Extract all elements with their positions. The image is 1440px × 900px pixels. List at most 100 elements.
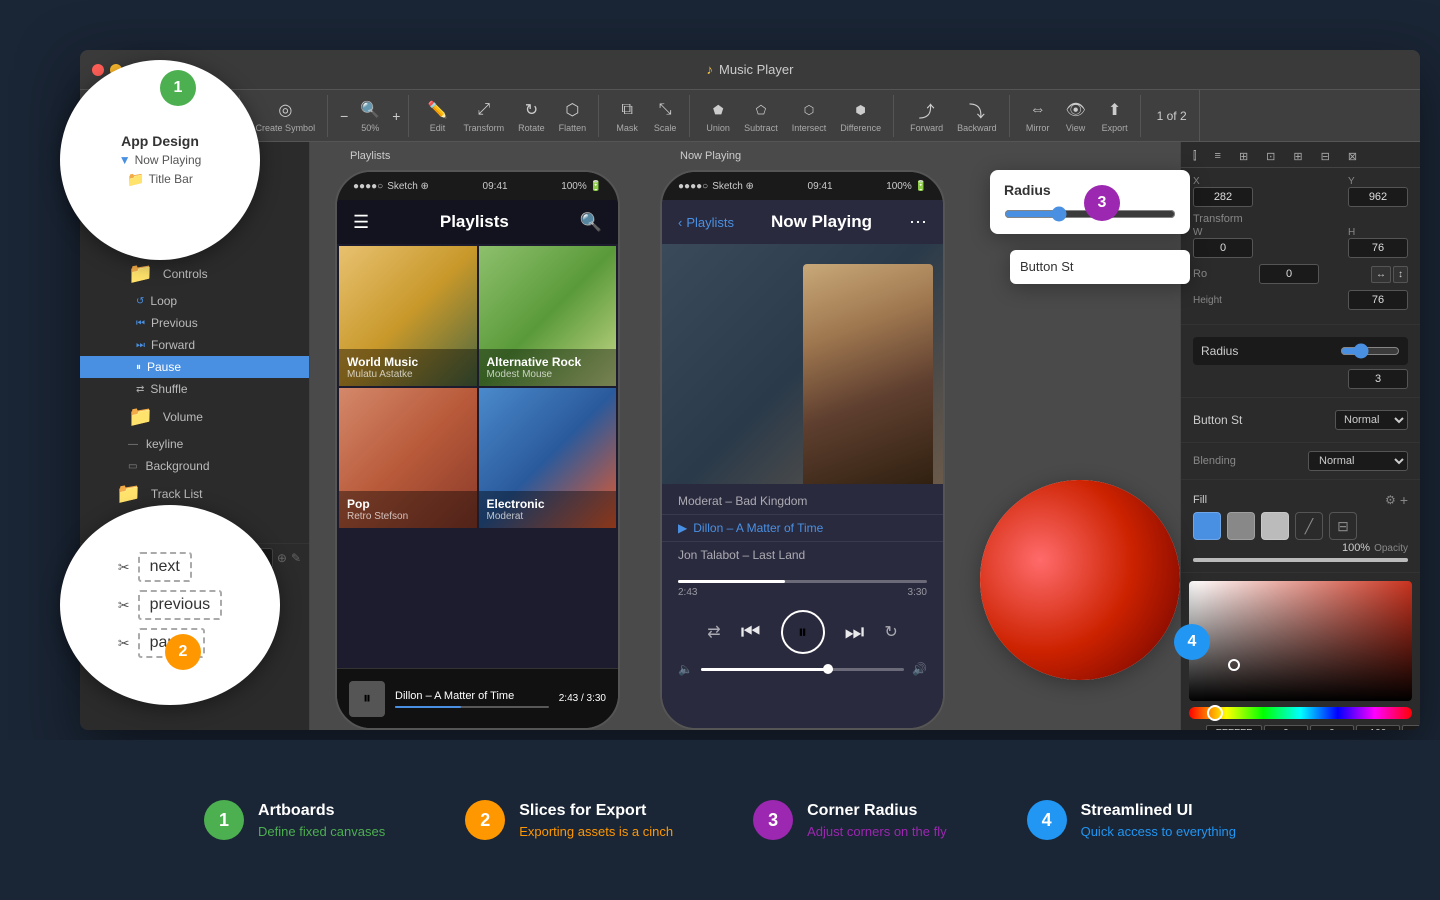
tab-grid2[interactable]: ⊡ [1258,146,1283,167]
flip-v-button[interactable]: ↕ [1393,266,1408,283]
fill-swatch-blue[interactable] [1193,512,1221,540]
track-row-playing[interactable]: ▶ Dillon – A Matter of Time [662,515,943,542]
radius-slider[interactable] [1340,343,1400,359]
export-button[interactable]: ⬆ Export [1096,95,1134,137]
zoom-plus[interactable]: + [392,108,400,124]
color-spectrum[interactable] [1189,581,1412,701]
more-icon[interactable]: ⋯ [909,212,927,233]
flatten-icon: ⬡ [561,99,583,121]
playlist-item-pop[interactable]: Pop Retro Stefson [339,388,477,528]
tab-anchor[interactable]: ⊠ [1340,146,1365,167]
color-picker: 💉 Hex H S B [1181,573,1420,730]
b-input[interactable] [1356,725,1400,730]
sidebar-item-keyline[interactable]: — keyline [80,433,309,455]
playlist-item-world-music[interactable]: World Music Mulatu Astatke [339,246,477,386]
mirror-button[interactable]: ⇔ Mirror [1020,95,1056,137]
playlist-item-alt-rock[interactable]: Alternative Rock Modest Mouse [479,246,617,386]
tab-align[interactable]: ⫿ [1185,146,1205,167]
sidebar-item-shuffle[interactable]: ⇄ Shuffle [80,378,309,400]
tab-list[interactable]: ≡ [1207,146,1229,167]
fill-pattern-btn-1[interactable]: ╱ [1295,512,1323,540]
transform-button[interactable]: ⤢ Transform [457,95,510,137]
back-button[interactable]: ‹ Playlists [678,215,734,230]
height-detail-input[interactable] [1348,290,1408,310]
sidebar-item-loop[interactable]: ↺ Loop [80,290,309,312]
flatten-button[interactable]: ⬡ Flatten [553,95,593,137]
tab-grid[interactable]: ⊞ [1231,146,1256,167]
clock-display: 09:41 [483,181,508,192]
feature-badge-2-label: 2 [480,810,490,831]
width-input[interactable] [1193,238,1253,258]
track-row[interactable]: Moderat – Bad Kingdom [662,488,943,515]
repeat-btn[interactable]: ↻ [884,622,897,642]
backward-button[interactable]: ⤵ Backward [951,95,1003,137]
rotate-button[interactable]: ↻ Rotate [512,95,551,137]
sidebar-item-controls[interactable]: 📁 Controls [80,257,309,290]
y-input[interactable] [1348,187,1408,207]
filter-add-icon[interactable]: ⊕ [277,551,287,565]
view-button[interactable]: 👁 View [1058,95,1094,137]
feature-badge-3: 3 [753,800,793,840]
radius-value-row [1193,369,1408,389]
playlist-item-electronic[interactable]: Electronic Moderat [479,388,617,528]
create-symbol-button[interactable]: ◎ Create Symbol [250,95,322,137]
play-pause-button[interactable]: ⏸ [781,610,825,654]
tab-spacer[interactable]: ⊟ [1313,146,1338,167]
scale-button[interactable]: ⤡ Scale [647,95,683,137]
feature-text-1: Artboards Define fixed canvases [258,802,385,839]
h-input[interactable] [1264,725,1308,730]
back-label: Playlists [686,215,734,230]
fill-swatch-light-gray[interactable] [1261,512,1289,540]
close-button[interactable] [92,64,104,76]
hex-input[interactable] [1206,725,1262,730]
menu-icon[interactable]: ☰ [353,212,369,233]
forward-button[interactable]: ⤴ Forward [904,95,949,137]
x-input[interactable] [1193,187,1253,207]
fast-forward-button[interactable]: ⏭ [845,619,865,645]
intersect-button[interactable]: ⬡ Intersect [786,95,833,137]
playlist-item-info: World Music Mulatu Astatke [339,349,477,386]
sidebar-item-track-list[interactable]: 📁 Track List [80,477,309,510]
pause-icon[interactable]: ⏸ [363,690,371,708]
playlist-name: World Music [347,355,469,369]
backward-icon: ⤵ [966,99,988,121]
previous-box: previous [138,590,222,620]
color-hue-bar[interactable] [1189,707,1412,719]
fill-pattern-btn-2[interactable]: ⊟ [1329,512,1357,540]
button-style-select[interactable]: Normal Selected Pressed [1335,410,1408,430]
zoom-minus[interactable]: − [340,108,348,124]
rewind-button[interactable]: ⏮ [741,619,761,645]
feature-title-4: Streamlined UI [1081,802,1236,820]
s-input[interactable] [1310,725,1354,730]
height-input[interactable] [1348,238,1408,258]
sidebar-item-background[interactable]: ▭ Background [80,455,309,477]
sidebar-item-pause[interactable]: ⏸ Pause [80,356,309,378]
radius-value-input[interactable] [1348,369,1408,389]
volume-bar[interactable] [701,668,904,671]
a-input[interactable] [1402,725,1420,730]
union-button[interactable]: ⬟ Union [700,95,736,137]
flip-h-button[interactable]: ↔ [1371,266,1391,283]
sidebar-item-forward[interactable]: ⏭ Forward [80,334,309,356]
progress-bar[interactable] [678,580,927,583]
fill-swatch-gray[interactable] [1227,512,1255,540]
search-icon[interactable]: 🔍 [580,212,602,233]
rotation-input[interactable] [1259,264,1319,284]
subtract-button[interactable]: ⬠ Subtract [738,95,784,137]
sidebar-item-previous[interactable]: ⏮ Previous [80,312,309,334]
mask-label: Mask [616,123,638,133]
tab-grid3[interactable]: ⊞ [1285,146,1310,167]
edit-button[interactable]: ✏️ Edit [419,95,455,137]
fill-add-icon[interactable]: + [1400,492,1408,508]
artwork-area [662,244,943,484]
shuffle-btn[interactable]: ⇄ [707,622,720,642]
sidebar-item-volume[interactable]: 📁 Volume [80,400,309,433]
track-row[interactable]: Jon Talabot – Last Land [662,542,943,568]
blending-select[interactable]: Normal Multiply Screen Overlay [1308,451,1408,471]
feature-desc-4: Quick access to everything [1081,824,1236,839]
mask-button[interactable]: ⧉ Mask [609,95,645,137]
difference-button[interactable]: ⬢ Difference [834,95,887,137]
zoom-button[interactable]: 🔍 50% [352,95,388,137]
fill-settings-icon[interactable]: ⚙ [1385,493,1396,507]
filter-options-icon[interactable]: ✎ [291,551,301,565]
